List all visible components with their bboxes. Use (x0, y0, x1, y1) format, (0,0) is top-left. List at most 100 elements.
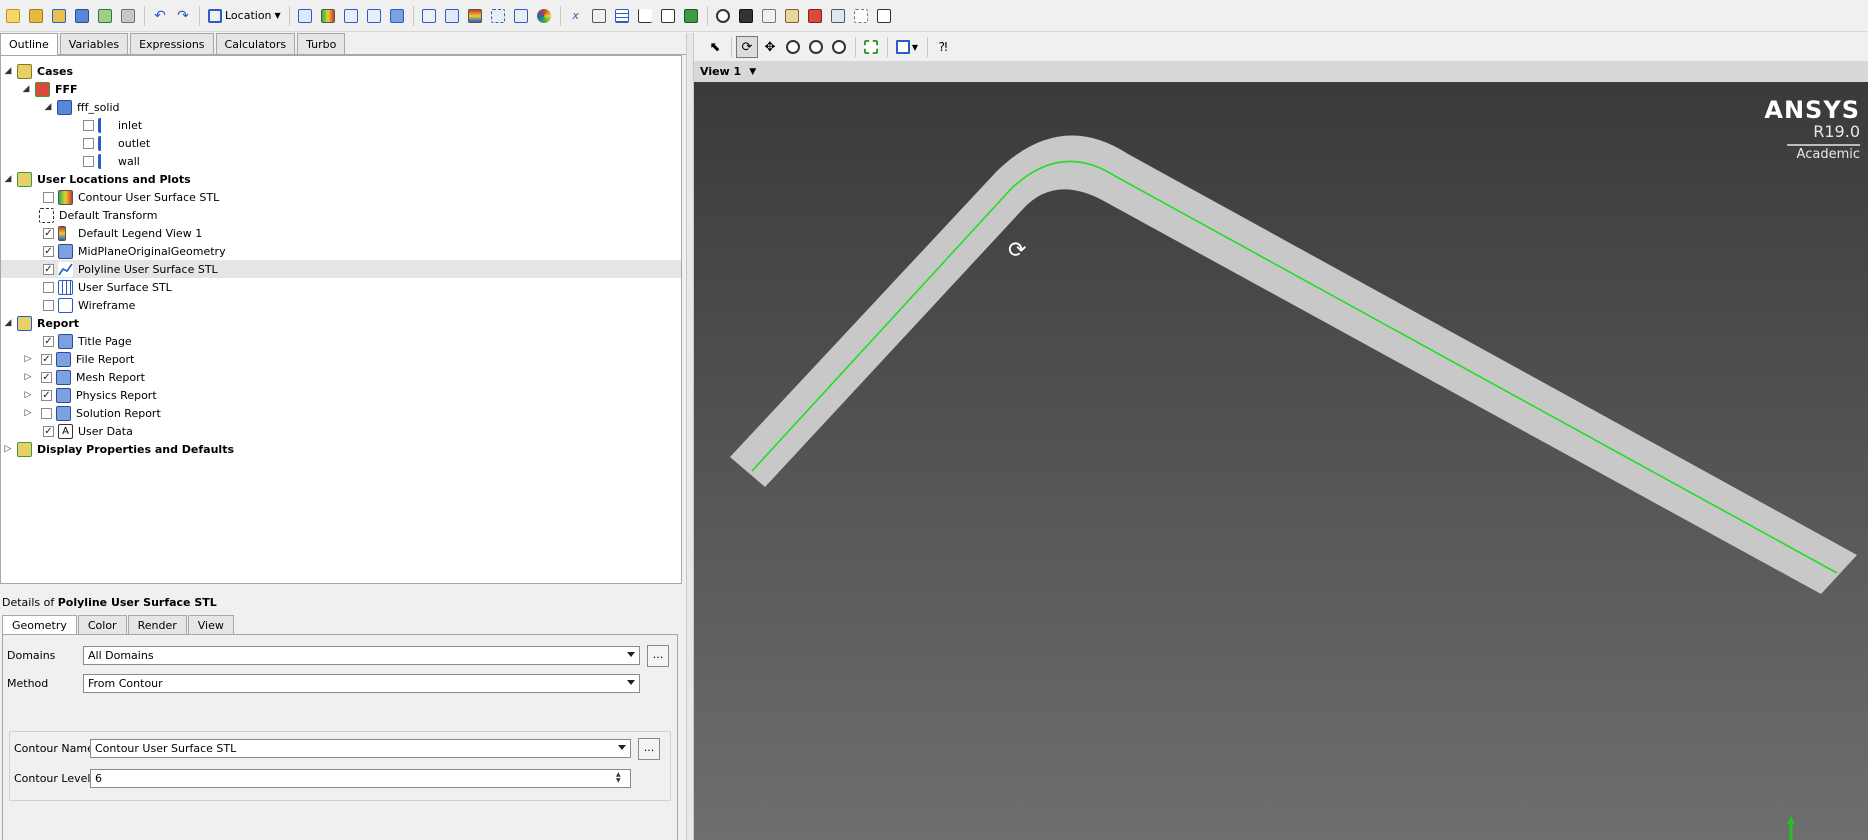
location-menu-button[interactable]: Location ▼ (204, 5, 285, 27)
tree-item-inlet[interactable]: inlet (83, 116, 142, 134)
refresh-icon[interactable] (94, 5, 116, 27)
redo-icon[interactable]: ↷ (172, 5, 194, 27)
legend-icon[interactable] (464, 5, 486, 27)
expand-arrow-icon[interactable]: ▷ (23, 372, 33, 382)
load-state-icon[interactable] (48, 5, 70, 27)
panel-splitter[interactable] (686, 33, 694, 840)
visibility-checkbox[interactable]: ✓ (43, 245, 54, 257)
query-icon[interactable] (781, 5, 803, 27)
animation-icon[interactable] (735, 5, 757, 27)
help-icon[interactable]: ⁈ (932, 36, 954, 58)
contour-name-select[interactable]: Contour User Surface STL (90, 739, 631, 758)
pan-icon[interactable]: ✥ (759, 36, 781, 58)
visibility-checkbox[interactable] (83, 119, 94, 131)
tree-item-midplane[interactable]: ✓ MidPlaneOriginalGeometry (43, 242, 226, 260)
tree-item-user-data[interactable]: ✓ A User Data (43, 422, 133, 440)
fit-view-icon[interactable] (860, 36, 882, 58)
particle-track-icon[interactable] (386, 5, 408, 27)
tree-item-solution-report[interactable]: ▷ Solution Report (23, 404, 161, 422)
viewport-layout-icon[interactable]: ▼ (892, 36, 922, 58)
visibility-checkbox[interactable] (43, 281, 54, 293)
tree-item-contour-surface[interactable]: Contour User Surface STL (43, 188, 219, 206)
contour-name-browse-button[interactable]: ... (638, 738, 660, 760)
command-editor-icon[interactable] (873, 5, 895, 27)
expression-icon[interactable] (588, 5, 610, 27)
chart-icon[interactable] (634, 5, 656, 27)
visibility-checkbox[interactable]: ✓ (41, 353, 52, 365)
spinner-arrows-icon[interactable]: ▲ ▼ (616, 772, 626, 785)
view-selector[interactable]: View 1 ▼ (694, 61, 1868, 82)
visibility-checkbox[interactable]: ✓ (43, 227, 54, 239)
comment-icon[interactable] (657, 5, 679, 27)
tree-item-title-page[interactable]: ✓ Title Page (43, 332, 132, 350)
tab-render[interactable]: Render (127, 615, 187, 634)
visibility-checkbox[interactable] (43, 191, 54, 203)
visibility-checkbox[interactable]: ✓ (43, 425, 54, 437)
domains-select[interactable]: All Domains (83, 646, 640, 665)
visibility-checkbox[interactable]: ✓ (43, 263, 54, 275)
tree-item-polyline[interactable]: ✓ Polyline User Surface STL (1, 260, 681, 278)
visibility-checkbox[interactable]: ✓ (43, 335, 54, 347)
collapse-arrow-icon[interactable]: ◢ (3, 66, 13, 76)
tree-item-report[interactable]: ◢ Report (3, 314, 79, 332)
visibility-checkbox[interactable] (83, 155, 94, 167)
tab-geometry[interactable]: Geometry (2, 615, 77, 635)
contour-level-input[interactable]: 6 ▲ ▼ (90, 769, 631, 788)
tree-item-cases[interactable]: ◢ Cases (3, 62, 73, 80)
tree-item-display-properties[interactable]: ▷ Display Properties and Defaults (3, 440, 234, 458)
coordinate-frame-icon[interactable] (441, 5, 463, 27)
report-icon[interactable] (804, 5, 826, 27)
expand-arrow-icon[interactable]: ▷ (3, 444, 13, 454)
tab-color[interactable]: Color (77, 615, 127, 634)
collapse-arrow-icon[interactable]: ◢ (21, 84, 31, 94)
mesh-icon[interactable] (827, 5, 849, 27)
tree-item-default-transform[interactable]: Default Transform (39, 206, 157, 224)
volume-rendering-icon[interactable] (363, 5, 385, 27)
contour-icon[interactable] (317, 5, 339, 27)
tree-item-default-legend[interactable]: ✓ Default Legend View 1 (43, 224, 202, 242)
screenshot-icon[interactable] (117, 5, 139, 27)
tree-item-mesh-report[interactable]: ▷ ✓ Mesh Report (23, 368, 145, 386)
method-select[interactable]: From Contour (83, 674, 640, 693)
domains-browse-button[interactable]: ... (647, 645, 669, 667)
tree-item-outlet[interactable]: outlet (83, 134, 150, 152)
clip-plane-icon[interactable] (510, 5, 532, 27)
save-state-icon[interactable] (71, 5, 93, 27)
tree-item-wireframe[interactable]: Wireframe (43, 296, 135, 314)
tree-item-file-report[interactable]: ▷ ✓ File Report (23, 350, 134, 368)
tree-item-physics-report[interactable]: ▷ ✓ Physics Report (23, 386, 157, 404)
undo-icon[interactable]: ↶ (149, 5, 171, 27)
color-map-icon[interactable] (533, 5, 555, 27)
tree-item-fff[interactable]: ◢ FFF (21, 80, 78, 98)
visibility-checkbox[interactable]: ✓ (41, 389, 52, 401)
quick-editor-icon[interactable] (758, 5, 780, 27)
visibility-checkbox[interactable]: ✓ (41, 371, 52, 383)
tree-item-user-surface[interactable]: User Surface STL (43, 278, 172, 296)
tab-variables[interactable]: Variables (59, 33, 129, 54)
vector-icon[interactable] (294, 5, 316, 27)
tab-turbo[interactable]: Turbo (297, 33, 346, 54)
tree-item-fff-solid[interactable]: ◢ fff_solid (43, 98, 120, 116)
expand-arrow-icon[interactable]: ▷ (23, 354, 33, 364)
monitor-icon[interactable] (850, 5, 872, 27)
streamline-icon[interactable] (340, 5, 362, 27)
rotate-icon[interactable]: ⟳ (736, 36, 758, 58)
collapse-arrow-icon[interactable]: ◢ (3, 318, 13, 328)
zoom-icon[interactable] (782, 36, 804, 58)
tab-view[interactable]: View (187, 615, 234, 634)
tab-expressions[interactable]: Expressions (130, 33, 214, 54)
zoom-fit-icon[interactable] (828, 36, 850, 58)
collapse-arrow-icon[interactable]: ◢ (43, 102, 53, 112)
figure-icon[interactable] (680, 5, 702, 27)
visibility-checkbox[interactable] (41, 407, 52, 419)
visibility-checkbox[interactable] (83, 137, 94, 149)
tree-item-wall[interactable]: wall (83, 152, 140, 170)
tree-item-user-locations[interactable]: ◢ User Locations and Plots (3, 170, 191, 188)
collapse-arrow-icon[interactable]: ◢ (3, 174, 13, 184)
open-file-icon[interactable] (25, 5, 47, 27)
instance-transform-icon[interactable] (487, 5, 509, 27)
table-icon[interactable] (611, 5, 633, 27)
expand-arrow-icon[interactable]: ▷ (23, 390, 33, 400)
visibility-checkbox[interactable] (43, 299, 54, 311)
timestep-icon[interactable] (712, 5, 734, 27)
